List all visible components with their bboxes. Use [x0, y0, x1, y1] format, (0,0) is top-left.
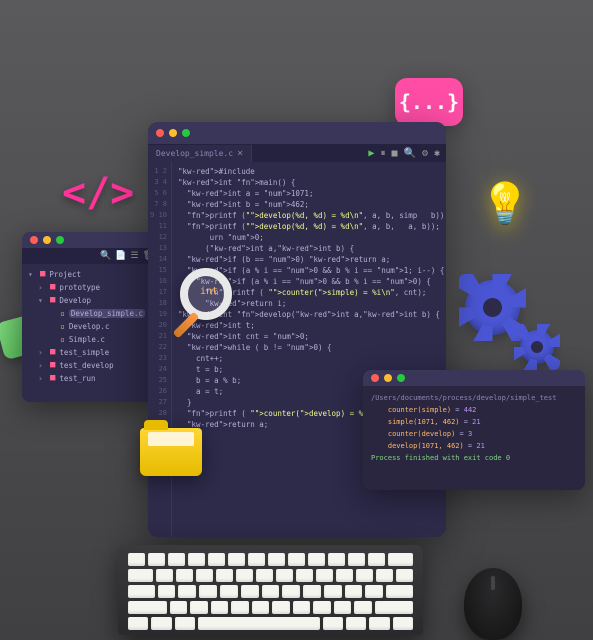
code-tag-icon: </> [62, 170, 134, 216]
minimize-window-icon[interactable] [43, 236, 51, 244]
run-icon[interactable]: ▶ [368, 148, 374, 159]
file-explorer-panel: 🔍 📄 ☰ 🗑 ▾■Project›■prototype▾■Develop▫De… [22, 232, 160, 402]
editor-tab[interactable]: Develop_simple.c × [148, 145, 252, 162]
maximize-window-icon[interactable] [182, 129, 190, 137]
close-window-icon[interactable] [30, 236, 38, 244]
gear-large-icon [465, 280, 520, 335]
terminal-window: /Users/documents/process/develop/simple_… [363, 370, 585, 490]
explorer-layers-icon[interactable]: ☰ [130, 251, 138, 261]
tree-item[interactable]: ▫Simple.c [28, 333, 154, 346]
folder-icon [140, 428, 202, 476]
maximize-window-icon[interactable] [397, 374, 405, 382]
explorer-search-icon[interactable]: 🔍 [100, 251, 111, 261]
tree-root[interactable]: ▾■Project [28, 268, 154, 281]
keyboard-icon [118, 545, 423, 635]
tree-item[interactable]: ›■test_run [28, 372, 154, 385]
terminal-output-line: counter(develop) = 3 [371, 428, 577, 440]
tab-label: Develop_simple.c [156, 149, 233, 158]
tree-item[interactable]: ▫Develop.c [28, 320, 154, 333]
tree-item[interactable]: ▫Develop_simple.c [28, 307, 154, 320]
settings-icon[interactable]: ⚙ [422, 148, 428, 159]
terminal-output-line: develop(1071, 462) = 21 [371, 440, 577, 452]
more-icon[interactable]: ✱ [434, 148, 440, 159]
tree-item[interactable]: ▾■Develop [28, 294, 154, 307]
tree-item[interactable]: ›■test_develop [28, 359, 154, 372]
minimize-window-icon[interactable] [384, 374, 392, 382]
explorer-doc-icon[interactable]: 📄 [115, 251, 126, 261]
lightbulb-icon: 💡 [480, 180, 530, 227]
terminal-output-line: simple(1071, 462) = 21 [371, 416, 577, 428]
tab-close-icon[interactable]: × [237, 148, 243, 159]
search-icon[interactable]: 🔍 [403, 148, 415, 159]
minimize-window-icon[interactable] [169, 129, 177, 137]
tree-item[interactable]: ›■test_simple [28, 346, 154, 359]
pause-icon[interactable]: ⏸ [380, 148, 385, 159]
gear-small-icon [520, 330, 554, 364]
stop-icon[interactable]: ■ [391, 148, 397, 159]
close-window-icon[interactable] [371, 374, 379, 382]
terminal-output-line: counter(simple) = 442 [371, 404, 577, 416]
terminal-path: /Users/documents/process/develop/simple_… [371, 392, 577, 404]
maximize-window-icon[interactable] [56, 236, 64, 244]
terminal-exit-line: Process finished with exit code 0 [371, 452, 577, 464]
magnifier-label: int [200, 286, 218, 297]
tree-item[interactable]: ›■prototype [28, 281, 154, 294]
mouse-icon [464, 568, 522, 640]
line-numbers: 1 2 3 4 5 6 7 8 9 10 11 12 13 14 15 16 1… [148, 162, 172, 537]
close-window-icon[interactable] [156, 129, 164, 137]
curly-braces-badge-icon: {...} [395, 78, 463, 126]
